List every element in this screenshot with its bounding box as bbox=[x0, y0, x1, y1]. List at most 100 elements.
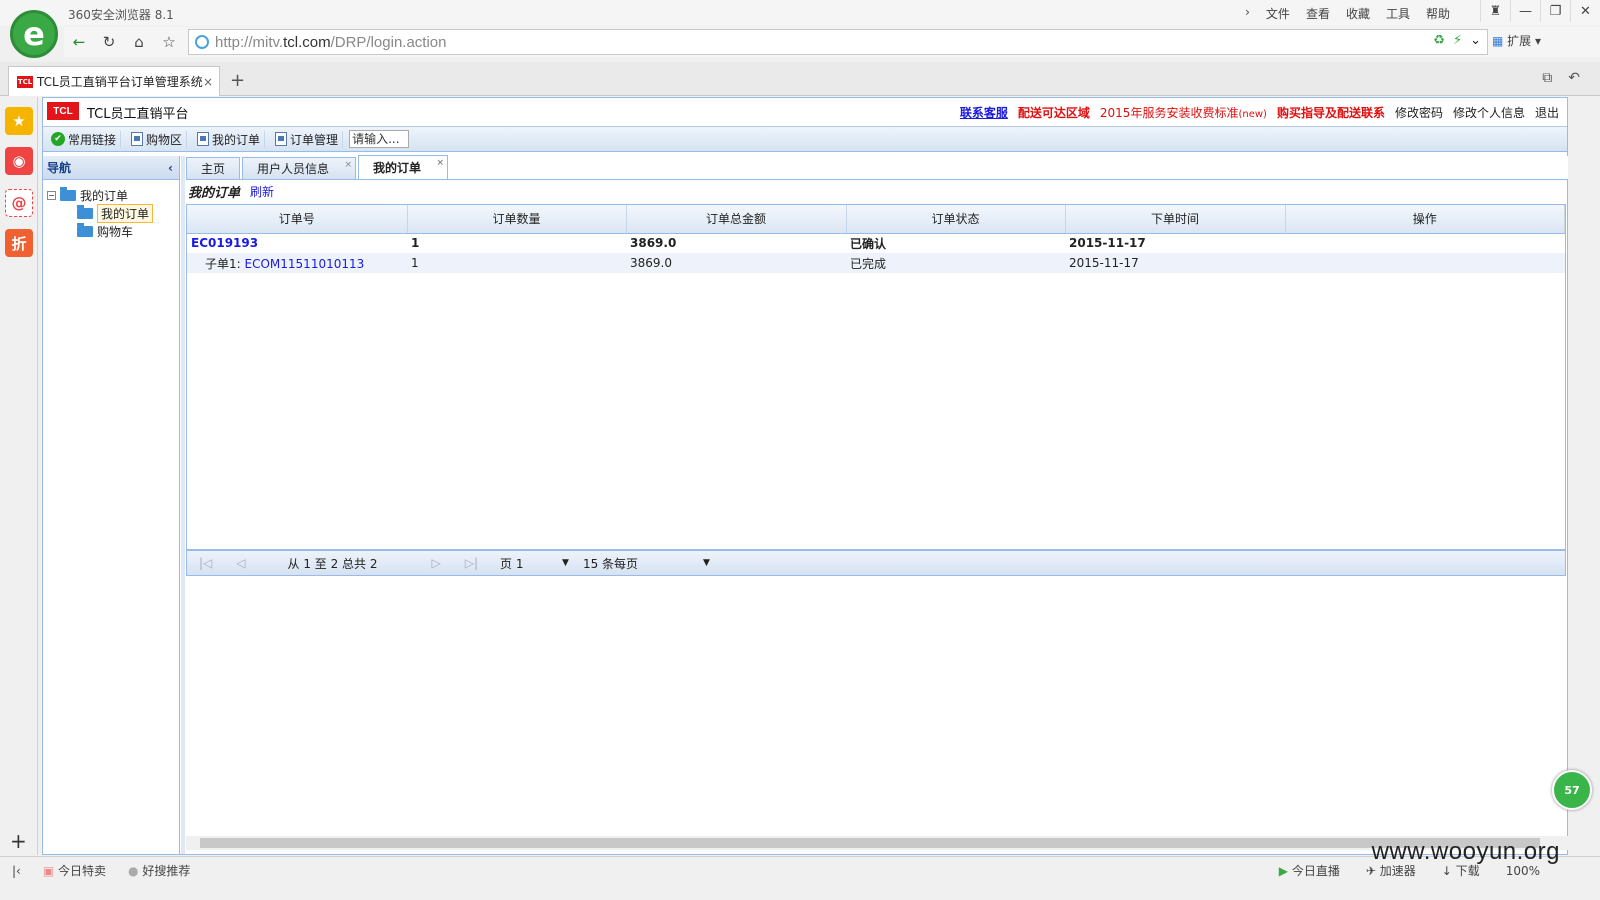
skin-icon[interactable]: ♜ bbox=[1480, 0, 1510, 22]
web-app: TCL TCL员工直销平台 联系客服 配送可达区域 2015年服务安装收费标准(… bbox=[42, 97, 1568, 855]
sub-order-id-link[interactable]: ECOM11511010113 bbox=[245, 257, 365, 271]
common-links-button[interactable]: ✔ 常用链接 bbox=[47, 130, 122, 148]
col-date[interactable]: 下单时间 bbox=[1065, 205, 1286, 234]
recommend-link[interactable]: ● 好搜推荐 bbox=[128, 862, 190, 879]
add-sidebar-plus-icon[interactable]: + bbox=[10, 829, 27, 853]
toolbar-search-input[interactable]: 请输入... bbox=[349, 130, 410, 148]
prev-page-icon[interactable]: ◁ bbox=[236, 556, 245, 570]
close-window-button[interactable]: ✕ bbox=[1570, 0, 1600, 22]
discount-icon[interactable]: 折 bbox=[5, 229, 33, 257]
panel-splitter[interactable] bbox=[181, 156, 185, 854]
browser-tab-title: TCL员工直销平台订单管理系统 bbox=[37, 75, 203, 89]
restore-window-icon[interactable]: ⧉ bbox=[1542, 70, 1552, 86]
weibo-icon[interactable]: ◉ bbox=[5, 147, 33, 175]
collapse-chevron-icon[interactable]: ‹ bbox=[168, 161, 173, 175]
col-qty[interactable]: 订单数量 bbox=[407, 205, 627, 234]
logout-link[interactable]: 退出 bbox=[1535, 104, 1559, 121]
back-arrow-icon[interactable]: ← bbox=[66, 30, 92, 54]
cart-button[interactable]: 购物区 bbox=[127, 130, 188, 148]
globe-icon bbox=[195, 35, 209, 49]
tree-root[interactable]: − 我的订单 bbox=[47, 186, 175, 204]
page-dropdown-icon[interactable]: ▼ bbox=[562, 558, 569, 568]
order-management-button[interactable]: 订单管理 bbox=[271, 130, 344, 148]
collapse-left-icon[interactable]: |‹ bbox=[12, 864, 21, 878]
minimize-button[interactable]: — bbox=[1510, 0, 1540, 22]
col-actions[interactable]: 操作 bbox=[1285, 205, 1565, 234]
order-id-link[interactable]: EC019193 bbox=[187, 233, 407, 253]
url-input[interactable]: http://mitv.tcl.com/DRP/login.action ♻ ⚡… bbox=[188, 29, 1488, 55]
first-page-icon[interactable]: |◁ bbox=[199, 556, 212, 570]
check-icon: ✔ bbox=[51, 132, 65, 146]
per-page-select[interactable]: 15 条每页 bbox=[583, 555, 703, 572]
horizontal-scrollbar[interactable] bbox=[186, 836, 1568, 850]
next-page-icon[interactable]: ▷ bbox=[432, 556, 441, 570]
change-password-link[interactable]: 修改密码 bbox=[1395, 104, 1443, 121]
grid-pager: |◁ ◁ 从 1 至 2 总共 2 ▷ ▷| 页 1 ▼ 15 条每页 ▼ bbox=[186, 550, 1566, 576]
buy-guide-link[interactable]: 购买指导及配送联系 bbox=[1277, 104, 1385, 121]
tab-user-info[interactable]: 用户人员信息 × bbox=[242, 157, 357, 179]
dropdown-icon[interactable]: ⌄ bbox=[1470, 33, 1481, 48]
tree-collapse-icon[interactable]: − bbox=[47, 190, 56, 200]
scrollbar-thumb[interactable] bbox=[200, 838, 1540, 848]
table-row[interactable]: EC019193 1 3869.0 已确认 2015-11-17 bbox=[187, 233, 1565, 253]
menu-file[interactable]: 文件 bbox=[1266, 5, 1290, 22]
tab-close-icon[interactable]: × bbox=[203, 75, 213, 89]
lightning-icon[interactable]: ⚡ bbox=[1453, 33, 1462, 48]
tabbar-tools: ⧉ ↶ bbox=[1542, 70, 1580, 86]
browser-menu: › 文件 查看 收藏 工具 帮助 bbox=[1245, 5, 1450, 22]
menu-view[interactable]: 查看 bbox=[1306, 5, 1330, 22]
document-icon bbox=[131, 132, 144, 146]
table-row[interactable]: 子单1: ECOM11511010113 1 3869.0 已完成 2015-1… bbox=[187, 253, 1565, 273]
mail-icon[interactable]: @ bbox=[5, 189, 33, 217]
browser-app-title: 360安全浏览器 8.1 bbox=[68, 8, 174, 22]
menu-help[interactable]: 帮助 bbox=[1426, 5, 1450, 22]
content-area: 主页 用户人员信息 × 我的订单 × 我的订单 刷新 订单号 订单数量 订单总金额 … bbox=[186, 155, 1568, 854]
grid-icon: ▦ bbox=[1492, 34, 1504, 48]
watermark-text: www.wooyun.org bbox=[1371, 838, 1560, 865]
browser-titlebar: 360安全浏览器 8.1 › 文件 查看 收藏 工具 帮助 ♜ — ❐ ✕ bbox=[0, 0, 1600, 26]
live-link[interactable]: ▶ 今日直播 bbox=[1279, 862, 1340, 879]
per-page-dropdown-icon[interactable]: ▼ bbox=[703, 558, 710, 568]
speed-badge[interactable]: 57 bbox=[1552, 770, 1592, 810]
tab-close-icon[interactable]: × bbox=[437, 158, 445, 168]
favorites-star-icon[interactable]: ★ bbox=[5, 107, 33, 135]
delivery-area-link[interactable]: 配送可达区域 bbox=[1018, 104, 1090, 121]
refresh-icon[interactable]: ↻ bbox=[96, 30, 122, 54]
change-info-link[interactable]: 修改个人信息 bbox=[1453, 104, 1525, 121]
extensions-button[interactable]: ▦ 扩展 ▾ bbox=[1492, 32, 1541, 49]
document-icon bbox=[197, 132, 210, 146]
my-orders-button[interactable]: 我的订单 bbox=[193, 130, 266, 148]
content-tabs: 主页 用户人员信息 × 我的订单 × bbox=[186, 155, 1568, 180]
recycle-icon[interactable]: ♻ bbox=[1433, 33, 1445, 48]
undo-close-icon[interactable]: ↶ bbox=[1568, 70, 1580, 86]
menu-favorites[interactable]: 收藏 bbox=[1346, 5, 1370, 22]
tree-item-cart[interactable]: 购物车 bbox=[47, 222, 175, 240]
sub-order-qty: 1 bbox=[411, 256, 419, 270]
home-icon[interactable]: ⌂ bbox=[126, 30, 152, 54]
last-page-icon[interactable]: ▷| bbox=[465, 556, 478, 570]
menu-tools[interactable]: 工具 bbox=[1386, 5, 1410, 22]
col-amount[interactable]: 订单总金额 bbox=[626, 205, 847, 234]
new-tab-plus-icon[interactable]: + bbox=[230, 70, 245, 91]
browser-tab[interactable]: TCL TCL员工直销平台订单管理系统 × bbox=[8, 66, 220, 96]
tab-home[interactable]: 主页 bbox=[186, 157, 241, 179]
page-select[interactable]: 页 1 bbox=[500, 555, 562, 572]
grid-header-row: 订单号 订单数量 订单总金额 订单状态 下单时间 操作 bbox=[187, 205, 1565, 234]
install-fee-link[interactable]: 2015年服务安装收费标准(new) bbox=[1100, 104, 1267, 121]
refresh-link[interactable]: 刷新 bbox=[250, 183, 274, 200]
folder-icon bbox=[77, 204, 93, 219]
maximize-button[interactable]: ❐ bbox=[1540, 0, 1570, 22]
tree-item-my-orders[interactable]: 我的订单 bbox=[47, 203, 175, 223]
daily-deals-link[interactable]: ▣ 今日特卖 bbox=[43, 862, 106, 879]
nav-panel: 导航 ‹ − 我的订单 我的订单 购物车 bbox=[43, 156, 180, 854]
contact-support-link[interactable]: 联系客服 bbox=[960, 104, 1008, 121]
star-icon[interactable]: ☆ bbox=[156, 30, 182, 54]
order-actions bbox=[1285, 233, 1565, 253]
browser-logo-icon[interactable]: e bbox=[10, 10, 58, 58]
col-status[interactable]: 订单状态 bbox=[846, 205, 1066, 234]
tab-my-orders[interactable]: 我的订单 × bbox=[358, 155, 449, 179]
menu-expand-icon[interactable]: › bbox=[1245, 5, 1250, 22]
col-order-id[interactable]: 订单号 bbox=[187, 205, 408, 234]
sub-order-prefix: 子单1: bbox=[205, 256, 241, 271]
tab-close-icon[interactable]: × bbox=[344, 160, 352, 170]
